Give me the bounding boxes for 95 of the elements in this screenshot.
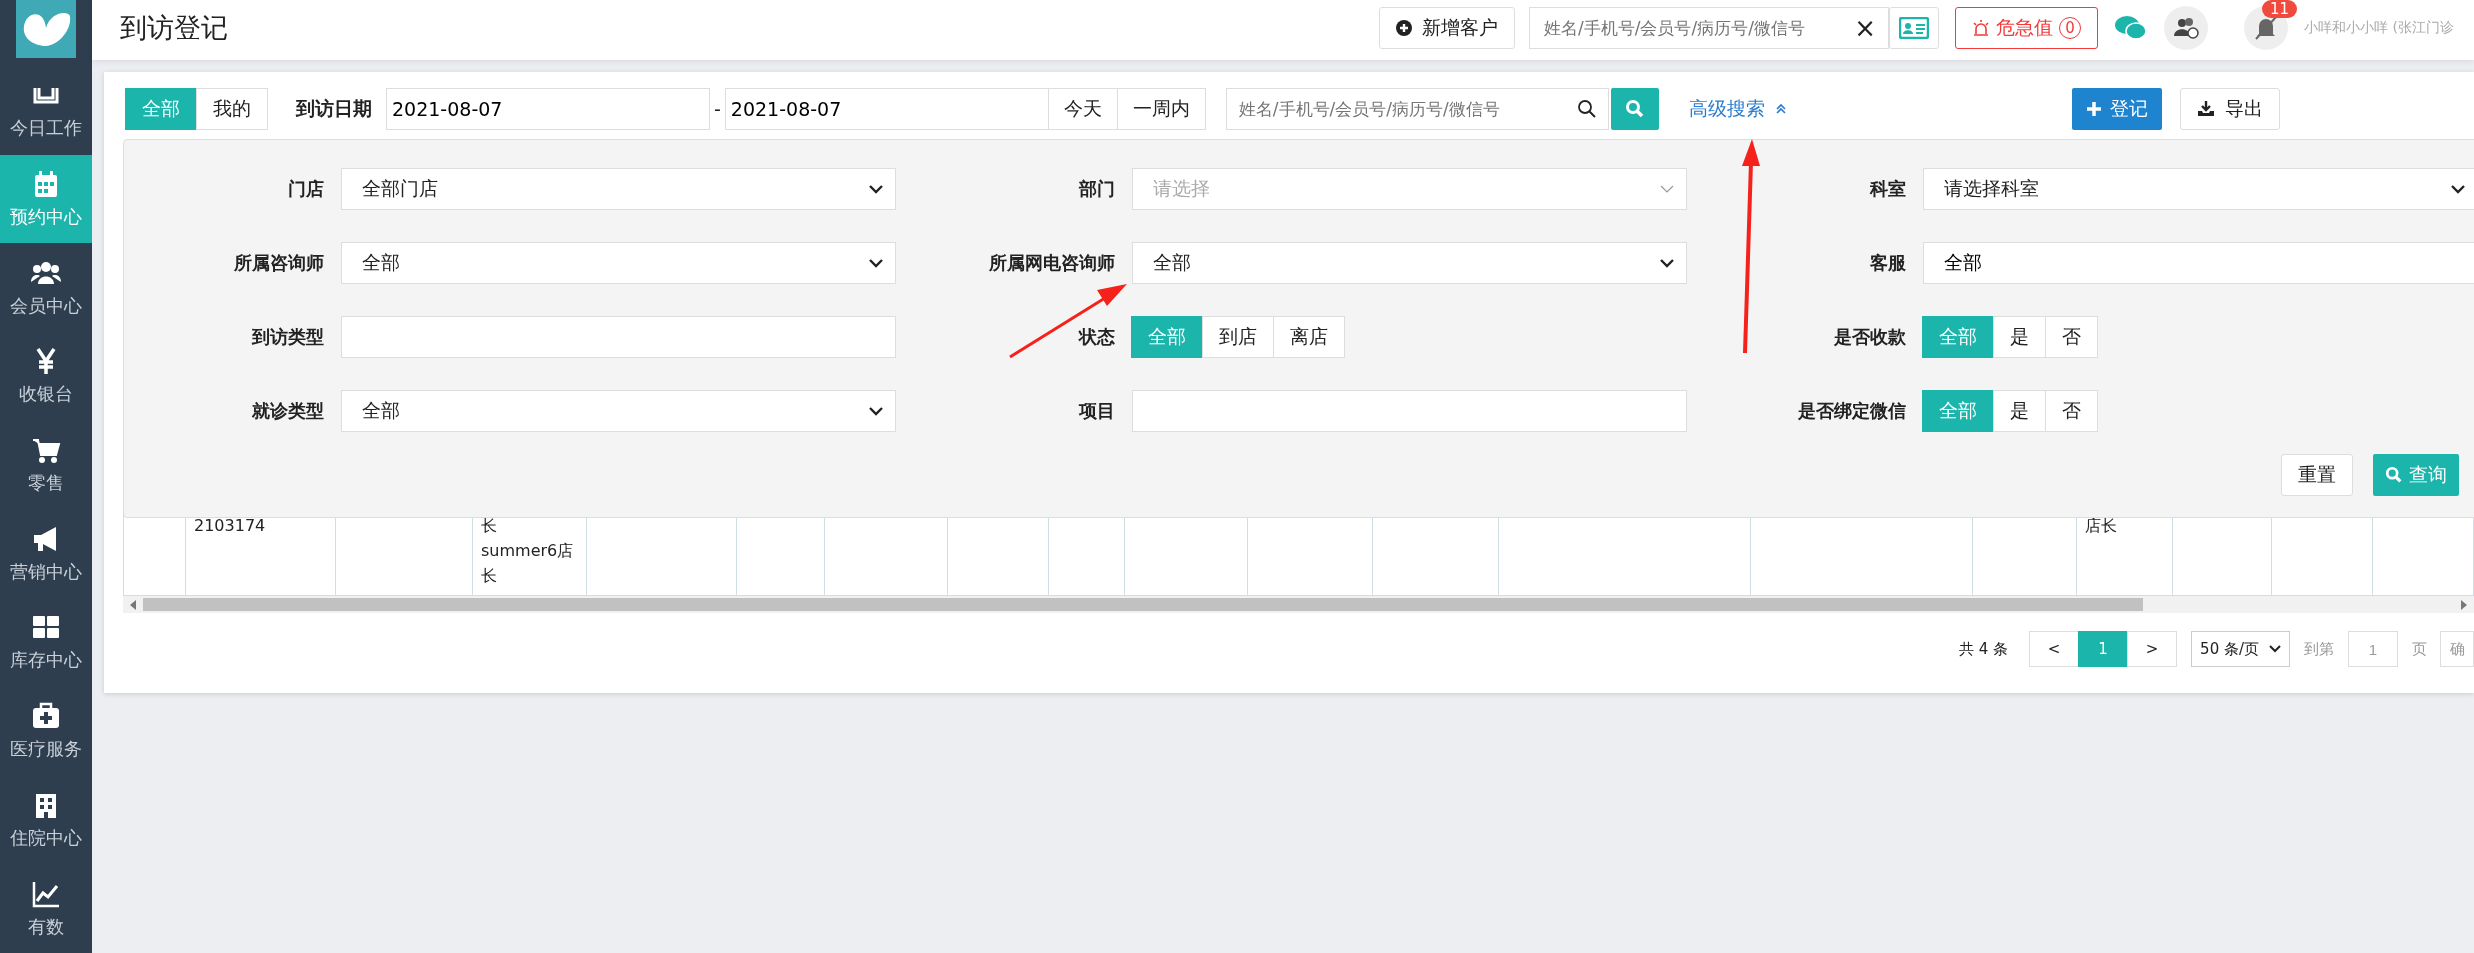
sidebar-item[interactable]: 住院中心 xyxy=(0,775,92,865)
page-title: 到访登记 xyxy=(120,11,228,45)
scope-tab[interactable]: 我的 xyxy=(196,88,268,130)
register-button[interactable]: 登记 xyxy=(2071,88,2162,130)
sidebar-item[interactable]: 营销中心 xyxy=(0,509,92,599)
tray-icon xyxy=(33,86,59,104)
group-icon[interactable] xyxy=(2164,6,2208,50)
id-card-button[interactable] xyxy=(1889,7,1939,49)
segment-option[interactable]: 离店 xyxy=(1273,316,1345,358)
segment-option[interactable]: 否 xyxy=(2045,316,2098,358)
chart-icon xyxy=(32,881,59,907)
double-chevron-up-icon xyxy=(1774,103,1787,115)
search-field[interactable]: 姓名/手机号/会员号/病历号/微信号 xyxy=(1225,88,1609,130)
filter-label: 门店 xyxy=(287,177,324,201)
segment-option[interactable]: 否 xyxy=(2045,390,2098,432)
reset-button[interactable]: 重置 xyxy=(2281,454,2353,496)
date-label: 到访日期 xyxy=(296,96,372,121)
cart-icon xyxy=(32,439,61,464)
horizontal-scrollbar[interactable] xyxy=(123,596,2474,613)
critical-value-button[interactable]: 危急值 0 xyxy=(1955,7,2098,49)
search-icon xyxy=(2385,466,2403,484)
table-cell-text: 2103174 xyxy=(194,515,267,537)
select-field[interactable]: 全部 xyxy=(341,242,896,284)
goto-label: 到第 xyxy=(2304,639,2334,659)
table-cell-text: 店长 xyxy=(2085,515,2118,537)
chevron-down-icon xyxy=(869,184,883,194)
select-field[interactable]: 全部 xyxy=(1132,242,1687,284)
text-field[interactable] xyxy=(341,316,896,358)
plus-circle-icon xyxy=(1396,20,1412,36)
segment-option[interactable]: 是 xyxy=(1993,316,2046,358)
search-button[interactable] xyxy=(1610,88,1659,130)
quick-range-button[interactable]: 今天 xyxy=(1047,88,1118,130)
chevron-down-icon xyxy=(1660,184,1674,194)
filter-label: 部门 xyxy=(1078,177,1115,201)
text-field[interactable]: 全部 xyxy=(1923,242,2474,284)
filter-label: 所属网电咨询师 xyxy=(988,251,1115,275)
filter-label: 客服 xyxy=(1869,251,1906,275)
filter-label: 科室 xyxy=(1868,177,1906,201)
total-count: 共 4 条 xyxy=(1959,639,2009,659)
plus-icon xyxy=(2085,101,2102,117)
calendar-icon xyxy=(35,170,57,197)
next-page-button[interactable]: > xyxy=(2127,631,2178,667)
date-from-field[interactable]: 2021-08-07 xyxy=(386,88,710,130)
chat-icon[interactable] xyxy=(2114,14,2148,42)
filter-label: 所属咨询师 xyxy=(233,251,324,275)
select-field[interactable]: 全部 xyxy=(341,390,896,432)
text-field[interactable] xyxy=(1132,390,1687,432)
chevron-down-icon xyxy=(869,406,883,416)
sidebar-item[interactable]: 会员中心 xyxy=(0,243,92,332)
quick-range-button[interactable]: 一周内 xyxy=(1116,88,1206,130)
segment-option[interactable]: 到店 xyxy=(1202,316,1274,358)
search-icon xyxy=(1624,99,1645,119)
export-button[interactable]: 导出 xyxy=(2179,88,2280,130)
sidebar-item[interactable]: 收银台 xyxy=(0,331,92,421)
megaphone-icon xyxy=(34,526,56,551)
scroll-left-icon[interactable] xyxy=(129,599,137,610)
select-field[interactable]: 全部门店 xyxy=(341,168,896,210)
new-customer-button[interactable]: 新增客户 xyxy=(1379,7,1515,49)
sidebar-item[interactable]: 医疗服务 xyxy=(0,686,92,776)
prev-page-button[interactable]: < xyxy=(2029,631,2080,667)
medkit-icon xyxy=(33,702,59,729)
date-separator: - xyxy=(714,98,721,120)
table-cell-text: 长 summer6店长 xyxy=(481,515,575,587)
filter-label: 状态 xyxy=(1077,325,1115,349)
advanced-search-link[interactable]: 高级搜索 xyxy=(1688,96,1787,122)
filter-label: 到访类型 xyxy=(251,325,324,349)
download-icon xyxy=(2196,100,2215,118)
alarm-icon xyxy=(1972,19,1990,37)
filter-label: 是否绑定微信 xyxy=(1797,399,1906,423)
page-size-select[interactable]: 50 条/页 xyxy=(2191,631,2290,667)
yen-icon xyxy=(36,347,56,377)
date-to-field[interactable]: 2021-08-07 xyxy=(724,88,1049,130)
notification-badge: 11 xyxy=(2262,0,2298,18)
filter-label: 就诊类型 xyxy=(251,399,324,423)
filter-label: 项目 xyxy=(1077,399,1115,423)
scroll-right-icon[interactable] xyxy=(2460,599,2468,610)
building-icon xyxy=(36,793,56,818)
id-card-icon xyxy=(1899,17,1929,39)
sidebar-item[interactable]: 今日工作 xyxy=(0,65,92,155)
grid-icon xyxy=(33,616,59,639)
chevron-down-icon xyxy=(1660,258,1674,268)
chevron-down-icon xyxy=(869,258,883,268)
page-unit-label: 页 xyxy=(2412,639,2427,659)
sidebar-item[interactable]: 库存中心 xyxy=(0,598,92,687)
people-icon xyxy=(31,261,61,284)
chevron-down-icon xyxy=(2451,184,2465,194)
select-field[interactable]: 请选择科室 xyxy=(1923,168,2474,210)
segment-option[interactable]: 是 xyxy=(1993,390,2046,432)
search-field[interactable]: 姓名/手机号/会员号/病历号/微信号 × xyxy=(1529,7,1889,49)
logo-icon xyxy=(16,0,76,58)
clear-button[interactable]: × xyxy=(1854,13,1876,43)
sidebar-item[interactable]: 零售 xyxy=(0,420,92,510)
filter-label: 是否收款 xyxy=(1833,325,1906,349)
sidebar-item[interactable]: 有数 xyxy=(0,864,92,953)
chevron-down-icon xyxy=(2269,645,2281,653)
